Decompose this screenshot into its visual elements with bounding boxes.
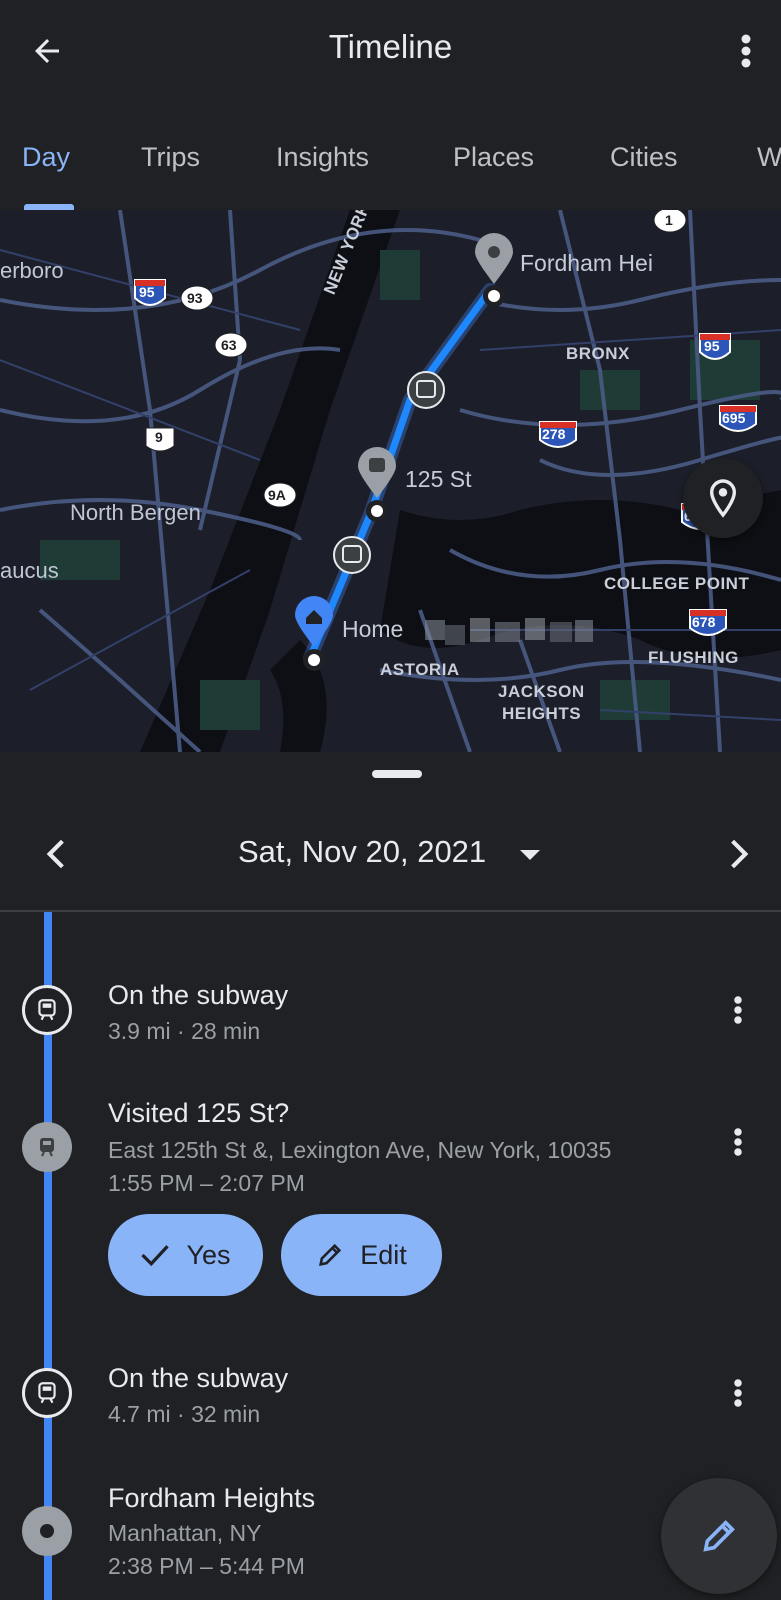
more-vert-icon <box>741 34 751 68</box>
pencil-icon <box>319 1243 342 1266</box>
subway-marker-icon <box>333 536 371 574</box>
date-label[interactable]: Sat, Nov 20, 2021 <box>238 834 486 870</box>
place-node <box>22 1506 72 1556</box>
location-pin-icon <box>709 479 737 518</box>
entry-more-button[interactable] <box>722 1120 754 1164</box>
shield-278: 278 <box>542 426 566 442</box>
tab-insights[interactable]: Insights <box>276 142 369 173</box>
map-label-jackson: JACKSON <box>498 682 585 701</box>
previous-day-button[interactable] <box>36 832 76 876</box>
tab-places[interactable]: Places <box>453 142 534 173</box>
shield-678-b: 678 <box>692 614 716 630</box>
dropdown-caret-icon[interactable] <box>520 850 540 860</box>
route-dot-home <box>303 649 325 671</box>
map-label-flushing: FLUSHING <box>648 648 739 667</box>
route-dot-125st <box>366 500 388 522</box>
tab-day[interactable]: Day <box>22 142 70 173</box>
train-icon <box>40 1138 54 1157</box>
date-selector: Sat, Nov 20, 2021 <box>0 820 781 890</box>
map-label-125st: 125 St <box>405 466 472 492</box>
shield-93: 93 <box>187 290 203 306</box>
edit-fab[interactable] <box>661 1478 777 1594</box>
entry-title[interactable]: Fordham Heights <box>108 1483 315 1514</box>
more-vert-icon <box>734 1128 742 1156</box>
top-app-bar: Timeline <box>0 0 781 104</box>
yes-label: Yes <box>186 1239 231 1270</box>
edit-visit-button[interactable]: Edit <box>281 1214 442 1296</box>
shield-9: 9 <box>155 429 163 445</box>
entry-time: 2:38 PM – 5:44 PM <box>108 1553 305 1579</box>
map-view[interactable]: Fordham Hei 125 St Home North Bergen auc… <box>0 210 781 752</box>
more-vert-icon <box>734 1379 742 1407</box>
confirm-yes-button[interactable]: Yes <box>108 1214 263 1296</box>
station-node <box>22 1122 72 1172</box>
tab-cities[interactable]: Cities <box>610 142 678 173</box>
map-label-astoria: ASTORIA <box>380 660 460 679</box>
entry-address: East 125th St &, Lexington Ave, New York… <box>108 1137 612 1163</box>
entry-title[interactable]: On the subway <box>108 1363 288 1394</box>
subway-node <box>22 985 72 1035</box>
shield-9a: 9A <box>268 487 286 503</box>
map-label-north-bergen: North Bergen <box>70 500 201 525</box>
map-location-button[interactable] <box>683 458 763 538</box>
place-dot-icon <box>40 1524 54 1538</box>
shield-695: 695 <box>722 410 746 426</box>
map-label-teterboro: erboro <box>0 258 64 283</box>
next-day-button[interactable] <box>719 832 759 876</box>
map-label-heights: HEIGHTS <box>502 704 582 723</box>
map-label-college-point: COLLEGE POINT <box>604 574 750 593</box>
tab-bar: Day Trips Insights Places Cities W <box>0 110 781 210</box>
entry-title[interactable]: On the subway <box>108 980 288 1011</box>
entry-time: 1:55 PM – 2:07 PM <box>108 1170 305 1196</box>
subway-icon <box>38 1382 56 1404</box>
map-label-bronx: BRONX <box>566 344 630 363</box>
subway-node <box>22 1368 72 1418</box>
shield-1: 1 <box>665 212 673 228</box>
shield-i95-right: 95 <box>704 338 720 354</box>
entry-subtitle: 3.9 mi · 28 min <box>108 1018 261 1044</box>
subway-icon <box>38 999 56 1021</box>
shield-63: 63 <box>221 337 237 353</box>
pencil-icon <box>703 1520 735 1552</box>
edit-label: Edit <box>360 1239 407 1270</box>
page-title: Timeline <box>328 28 453 65</box>
entry-title[interactable]: Visited 125 St? <box>108 1098 289 1129</box>
entry-subtitle: 4.7 mi · 32 min <box>108 1401 261 1427</box>
shield-i95-left: 95 <box>139 284 155 300</box>
drag-handle[interactable] <box>372 770 422 778</box>
tab-trips[interactable]: Trips <box>141 142 200 173</box>
map-label-secaucus: aucus <box>0 558 59 583</box>
check-icon <box>141 1245 170 1267</box>
entry-address: Manhattan, NY <box>108 1520 262 1546</box>
overflow-menu-button[interactable] <box>728 30 764 72</box>
map-label-fordham: Fordham Hei <box>520 250 653 276</box>
divider <box>0 910 781 912</box>
map-label-home: Home <box>342 616 404 642</box>
subway-marker-icon <box>407 371 445 409</box>
chevron-right-icon <box>731 839 749 869</box>
tab-more[interactable]: W <box>757 142 781 173</box>
more-vert-icon <box>734 996 742 1024</box>
entry-more-button[interactable] <box>722 1371 754 1415</box>
chevron-left-icon <box>46 839 64 869</box>
entry-more-button[interactable] <box>722 988 754 1032</box>
route-dot-fordham <box>483 285 505 307</box>
